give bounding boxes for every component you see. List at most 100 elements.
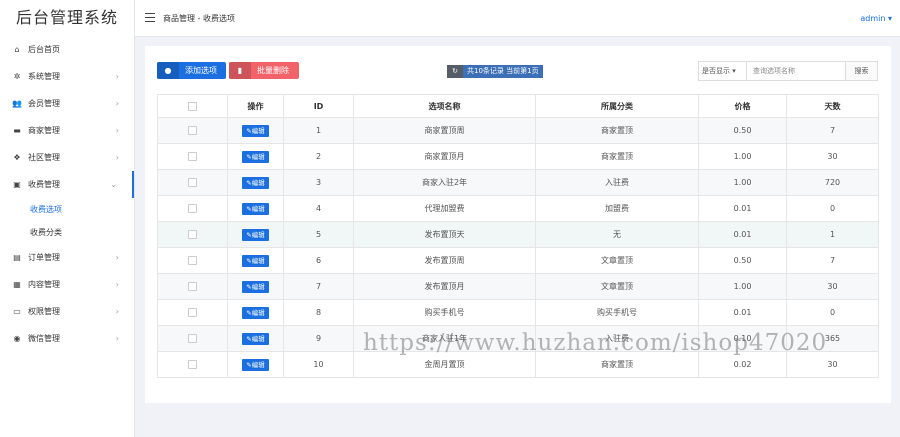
row-select-cell [157,169,228,196]
edit-button[interactable]: ✎编辑 [242,228,269,241]
cell-price: 0.01 [698,221,787,248]
cell-price: 0.50 [698,247,787,274]
sidebar-subitem-1[interactable]: 收费分类 [0,221,134,244]
sidebar-item-items_after-1[interactable]: ▦ 内容管理 › [0,271,134,298]
edit-button[interactable]: ✎编辑 [242,358,269,371]
edit-button[interactable]: ✎编辑 [242,332,269,345]
search-input[interactable] [747,62,845,80]
row-checkbox[interactable] [188,308,197,317]
table-row: ✎编辑 5 发布置顶天无 0.01 1 [157,221,879,248]
trash-icon: ▮ [229,62,251,79]
cell-days: 720 [786,169,879,196]
add-option-label: 添加选项 [185,66,217,75]
cell-category: 加盟费 [535,195,699,222]
sidebar-item-label: 商家管理 [28,126,60,135]
cell-days: 0 [786,299,879,326]
sidebar-item-label: 社区管理 [28,153,60,162]
cell-price: 0.01 [698,195,787,222]
edit-button[interactable]: ✎编辑 [242,150,269,163]
menu-toggle-icon[interactable] [145,13,155,22]
cell-days: 7 [786,247,879,274]
sidebar-item-label: 内容管理 [28,280,60,289]
edit-button[interactable]: ✎编辑 [242,280,269,293]
row-select-cell [157,351,228,378]
sidebar-item-label: 订单管理 [28,253,60,262]
row-checkbox[interactable] [188,126,197,135]
row-actions-cell: ✎编辑 [227,351,284,378]
row-actions-cell: ✎编辑 [227,195,284,222]
sidebar-item-items_after-3[interactable]: ◉ 微信管理 › [0,325,134,352]
cell-days: 30 [786,273,879,300]
select-all-checkbox[interactable] [188,101,197,111]
cell-category: 无 [535,221,699,248]
cell-name: 购买手机号 [353,299,536,326]
table-row: ✎编辑 4 代理加盟费 加盟费 0.01 0 [157,195,879,222]
cell-days: 30 [786,143,879,170]
cell-id: 5 [283,221,354,248]
cell-name: 代理加盟费 [353,195,536,222]
sidebar-item-items-4[interactable]: ❖ 社区管理 › [0,144,134,171]
search-bar: 是否显示 ▾ 搜索 [698,61,878,81]
row-checkbox[interactable] [188,178,197,187]
shopping-bag-icon: ▣ [13,180,21,189]
edit-button[interactable]: ✎编辑 [242,306,269,319]
row-select-cell [157,325,228,352]
cell-price: 1.00 [698,273,787,300]
record-count-badge: ↻ 共10条记录 当前第1页 [447,65,543,78]
sidebar-item-label: 后台首页 [28,45,60,54]
sidebar-item-label: 微信管理 [28,334,60,343]
column-header-3: 选项名称 [353,94,536,118]
table-row: ✎编辑 1 商家置顶周 商家置顶 0.50 7 [157,117,879,144]
edit-button[interactable]: ✎编辑 [242,254,269,267]
edit-button[interactable]: ✎编辑 [242,176,269,189]
row-checkbox[interactable] [188,360,197,369]
add-option-button[interactable]: ● 添加选项 [157,62,226,79]
cell-price: 0.01 [698,299,787,326]
row-select-cell [157,247,228,274]
row-checkbox[interactable] [188,152,197,161]
sidebar-item-items-1[interactable]: ✲ 系统管理 › [0,63,134,90]
search-button[interactable]: 搜索 [845,62,877,80]
sidebar-subitem-0[interactable]: 收费选项 [0,198,134,221]
row-select-cell [157,117,228,144]
user-menu[interactable]: admin ▾ [860,0,892,37]
display-filter-select[interactable]: 是否显示 ▾ [699,62,747,80]
row-checkbox[interactable] [188,230,197,239]
chevron-right-icon: › [115,72,119,81]
wechat-icon: ◉ [13,334,21,343]
cell-name: 商家入驻2年 [353,169,536,196]
column-header-4: 所属分类 [535,94,699,118]
cell-days: 7 [786,117,879,144]
row-checkbox[interactable] [188,282,197,291]
column-header-5: 价格 [698,94,787,118]
row-checkbox[interactable] [188,204,197,213]
chevron-down-icon: ⌄ [110,180,117,189]
sidebar-item-label: 收费管理 [28,180,60,189]
table-row: ✎编辑 6 发布置顶周 文章置顶 0.50 7 [157,247,879,274]
edit-button[interactable]: ✎编辑 [242,202,269,215]
column-header-6: 天数 [786,94,879,118]
batch-delete-button[interactable]: ▮ 批量删除 [229,62,299,79]
row-actions-cell: ✎编辑 [227,299,284,326]
table-row: ✎编辑 8 购买手机号 购买手机号 0.01 0 [157,299,879,326]
chevron-right-icon: › [115,280,119,289]
chevron-right-icon: › [115,99,119,108]
sidebar-item-items-5[interactable]: ▣ 收费管理 ⌄ [0,171,134,198]
cell-category: 入驻费 [535,169,699,196]
cell-price: 1.00 [698,169,787,196]
edit-button[interactable]: ✎编辑 [242,124,269,137]
refresh-icon[interactable]: ↻ [447,65,463,78]
cell-id: 4 [283,195,354,222]
row-checkbox[interactable] [188,256,197,265]
sidebar-item-items-3[interactable]: ▬ 商家管理 › [0,117,134,144]
row-checkbox[interactable] [188,334,197,343]
home-icon: ⌂ [14,45,20,54]
sidebar-item-items-2[interactable]: 👥 会员管理 › [0,90,134,117]
sidebar-item-items-0[interactable]: ⌂ 后台首页 [0,36,134,63]
cell-category: 商家置顶 [535,143,699,170]
sidebar-item-items_after-0[interactable]: ▤ 订单管理 › [0,244,134,271]
sidebar-item-items_after-2[interactable]: ▭ 权限管理 › [0,298,134,325]
cell-name: 发布置顶月 [353,273,536,300]
chevron-right-icon: › [115,253,119,262]
dropbox-icon: ❖ [13,153,21,162]
